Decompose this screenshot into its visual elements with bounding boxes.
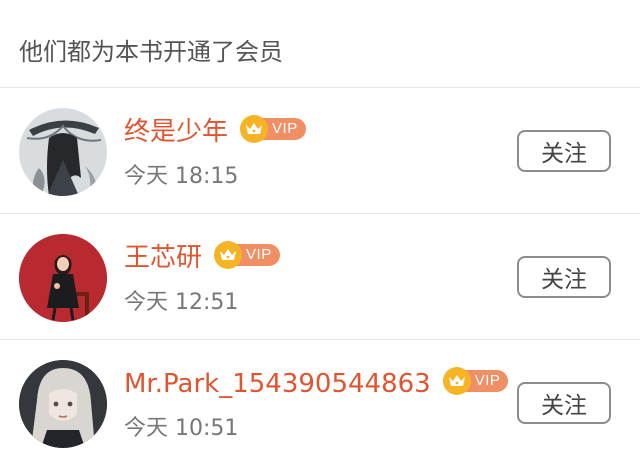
username[interactable]: 终是少年 (124, 112, 228, 152)
list-item: 终是少年 VIP 今天 18:15 关注 (0, 88, 640, 214)
open-time: 今天 18:15 (124, 164, 239, 189)
avatar-image (19, 234, 107, 322)
section-title: 他们都为本书开通了会员 (19, 38, 283, 66)
crown-icon (442, 367, 471, 395)
member-list: 终是少年 VIP 今天 18:15 关注 王芯研 VIP 今天 12:51 关注… (0, 88, 640, 472)
follow-button[interactable]: 关注 (517, 256, 611, 298)
vip-badge: VIP (240, 115, 306, 143)
avatar[interactable] (19, 360, 107, 448)
open-time: 今天 10:51 (124, 416, 239, 441)
follow-button[interactable]: 关注 (517, 382, 611, 424)
vip-badge: VIP (442, 367, 509, 395)
name-line: Mr.Park_154390544863 VIP (124, 364, 509, 404)
name-line: 终是少年 VIP (124, 112, 306, 152)
crown-icon (240, 115, 269, 143)
avatar-image (19, 108, 107, 196)
vip-badge: VIP (214, 241, 280, 269)
name-line: 王芯研 VIP (124, 238, 280, 278)
list-item: Mr.Park_154390544863 VIP 今天 10:51 关注 (0, 340, 640, 472)
avatar[interactable] (19, 234, 107, 322)
username[interactable]: 王芯研 (124, 238, 202, 278)
members-header: 他们都为本书开通了会员 (0, 0, 640, 88)
follow-button[interactable]: 关注 (517, 130, 611, 172)
list-item: 王芯研 VIP 今天 12:51 关注 (0, 214, 640, 340)
avatar-image (19, 360, 107, 448)
open-time: 今天 12:51 (124, 290, 239, 315)
username[interactable]: Mr.Park_154390544863 (124, 364, 431, 404)
crown-icon (214, 241, 243, 269)
avatar[interactable] (19, 108, 107, 196)
